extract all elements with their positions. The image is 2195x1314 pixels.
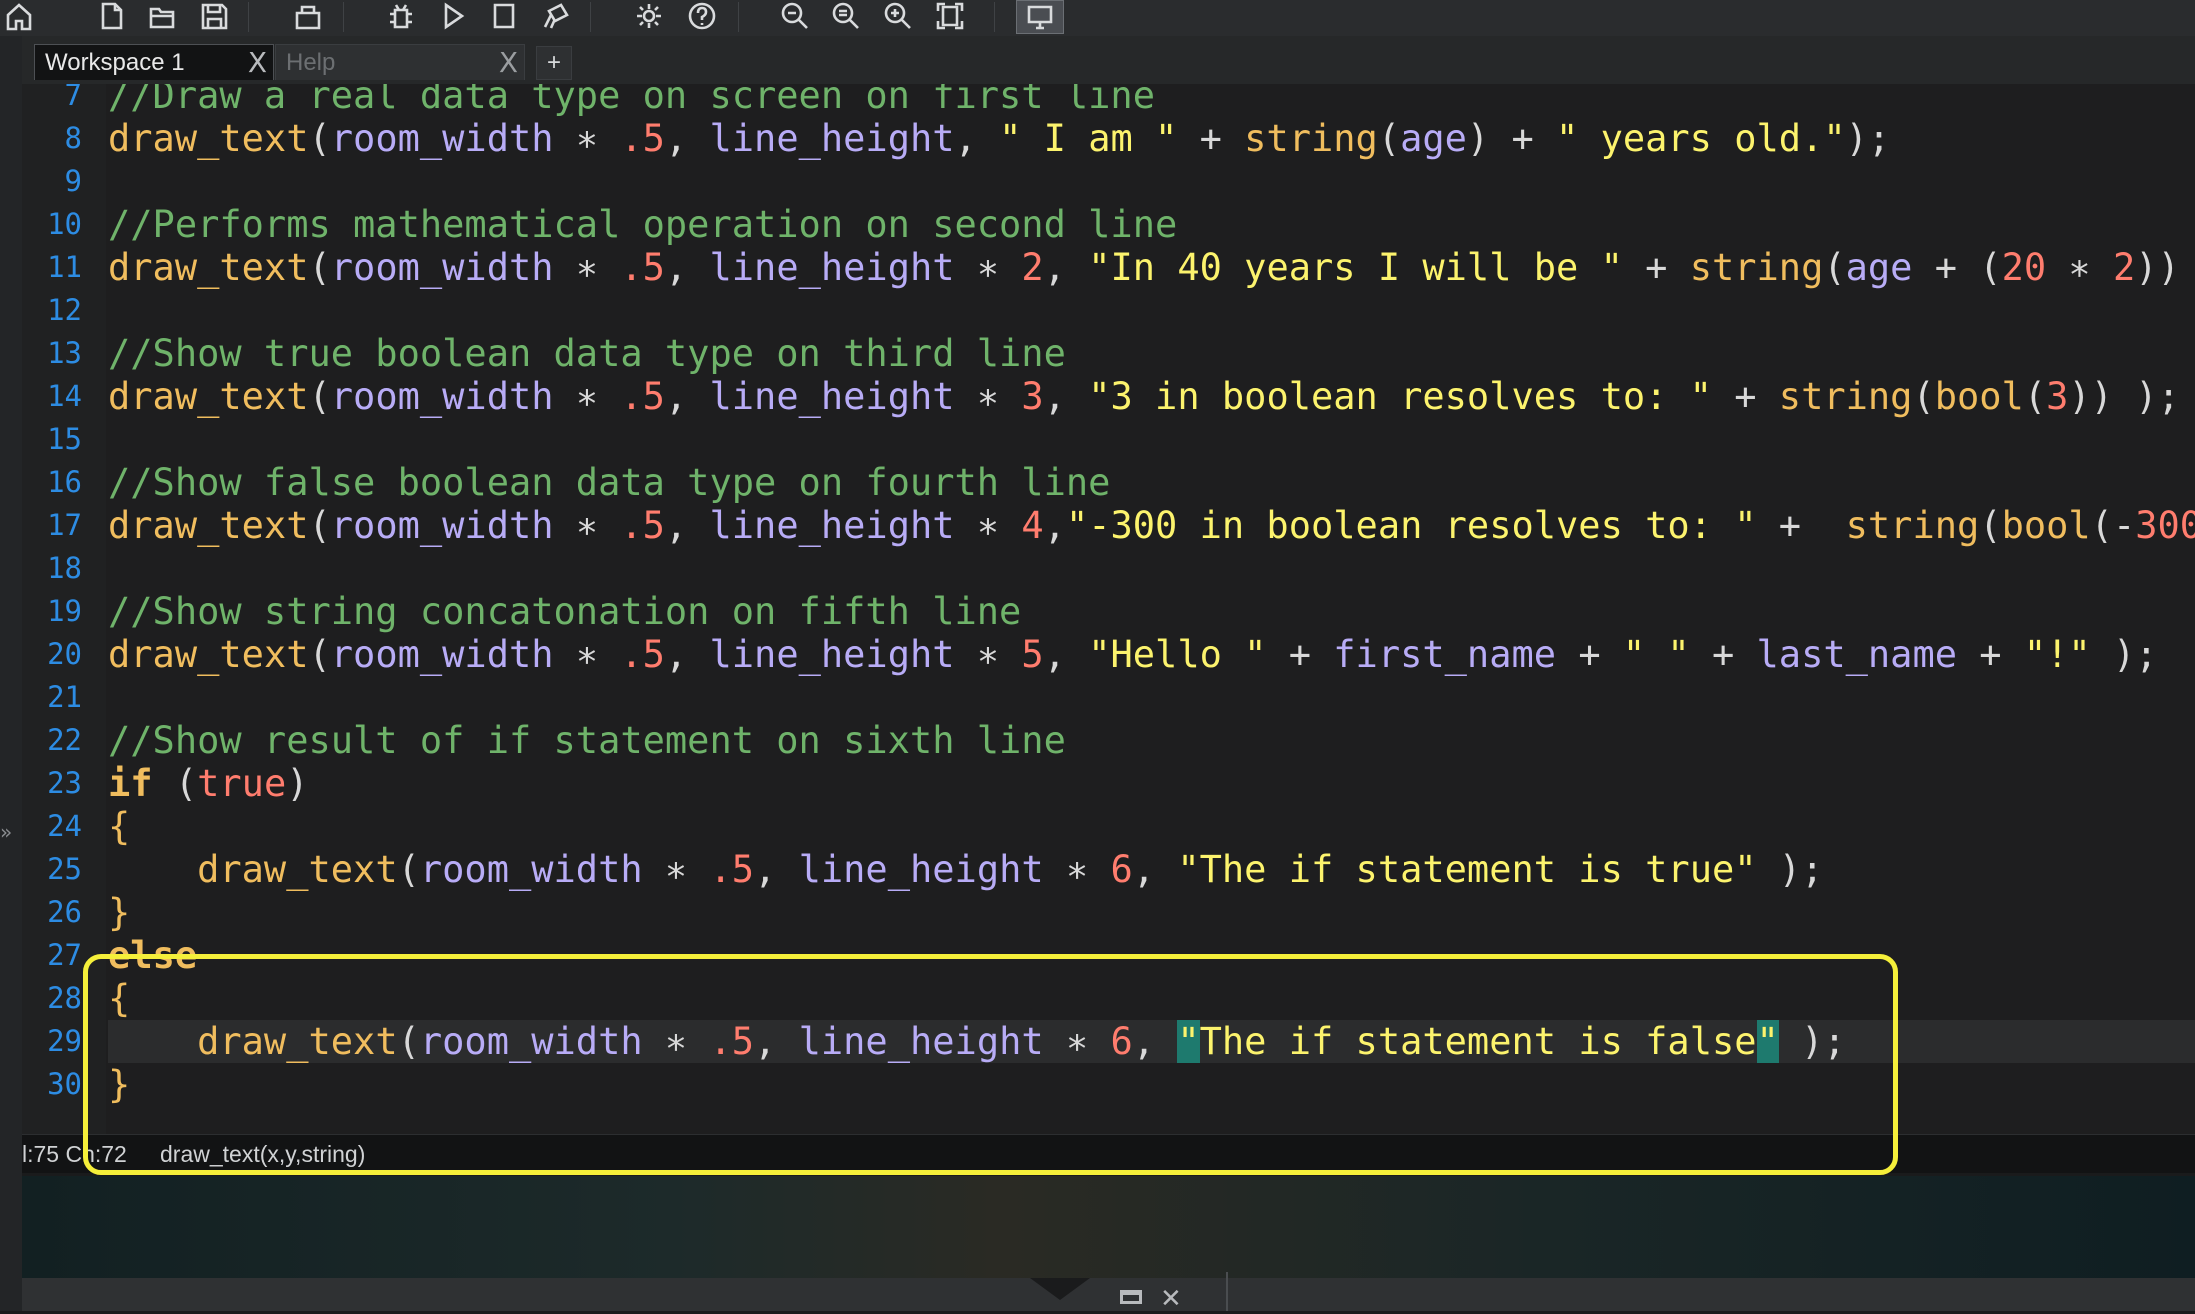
left-panel-strip	[0, 36, 22, 1311]
code-line[interactable]: draw_text(room_width ∗ .5, line_height ∗…	[108, 375, 2180, 418]
tab-label: Help	[286, 49, 336, 76]
code-line[interactable]: else	[108, 934, 197, 977]
function-signature: draw_text(x,y,string)	[160, 1141, 366, 1167]
zoom-reset-icon[interactable]	[827, 0, 865, 32]
code-line[interactable]: draw_text(room_width ∗ .5, line_height ∗…	[108, 1019, 1846, 1063]
line-number: 25	[47, 851, 82, 886]
code-line[interactable]: draw_text(room_width ∗ .5, line_height ∗…	[108, 848, 1823, 891]
code-line[interactable]: draw_text(room_width ∗ .5, line_height ∗…	[108, 246, 2195, 289]
settings-icon[interactable]	[630, 0, 668, 32]
line-number: 14	[47, 378, 82, 413]
tab-workspace-1[interactable]: Workspace 1 X	[34, 44, 274, 80]
code-line[interactable]: //Show false boolean data type on fourth…	[108, 461, 1110, 504]
collapse-notch[interactable]	[1030, 1278, 1090, 1300]
line-number: 8	[64, 120, 82, 155]
line-number: 30	[47, 1066, 82, 1101]
minimize-icon[interactable]	[1120, 1290, 1142, 1304]
tab-label: Workspace 1	[45, 49, 185, 76]
bottom-panel-bar	[22, 1278, 2195, 1311]
status-bar: l:75 Ch:72 draw_text(x,y,string)	[22, 1134, 2195, 1173]
code-line[interactable]: {	[108, 805, 130, 848]
fit-icon[interactable]	[931, 0, 969, 32]
divider	[1226, 1272, 1228, 1311]
new-file-icon[interactable]	[92, 0, 130, 32]
toolbar	[0, 0, 2195, 37]
clean-icon[interactable]	[537, 0, 575, 32]
line-number: 18	[47, 550, 82, 585]
save-icon[interactable]	[195, 0, 233, 32]
code-line[interactable]: }	[108, 891, 130, 934]
line-number: 15	[47, 421, 82, 456]
line-number: 7	[64, 84, 82, 112]
cursor-position: l:75 Ch:72	[22, 1141, 127, 1167]
code-line[interactable]: {	[108, 977, 130, 1020]
line-number: 17	[47, 507, 82, 542]
line-number: 13	[47, 335, 82, 370]
line-number: 10	[47, 206, 82, 241]
debug-icon[interactable]	[382, 0, 420, 32]
line-number: 11	[47, 249, 82, 284]
zoom-out-icon[interactable]	[776, 0, 814, 32]
code-line[interactable]: //Show true boolean data type on third l…	[108, 332, 1066, 375]
expand-panel-icon[interactable]: »	[0, 820, 12, 844]
help-icon[interactable]	[683, 0, 721, 32]
code-editor[interactable]: 7 //Draw a real data type on screen on fi…	[22, 84, 2195, 1134]
line-number: 23	[47, 765, 82, 800]
code-line[interactable]: draw_text(room_width ∗ .5, line_height, …	[108, 117, 1890, 160]
code-line[interactable]: //Show result of if statement on sixth l…	[108, 719, 1066, 762]
code-line[interactable]: if (true)	[108, 762, 309, 805]
close-icon[interactable]: ✕	[1160, 1284, 1182, 1314]
open-file-icon[interactable]	[143, 0, 181, 32]
close-icon[interactable]: X	[499, 45, 518, 81]
package-icon[interactable]	[289, 0, 327, 32]
run-icon[interactable]	[434, 0, 472, 32]
code-line[interactable]: }	[108, 1063, 130, 1106]
line-number: 16	[47, 464, 82, 499]
line-number: 24	[47, 808, 82, 843]
code-line[interactable]: //Show string concatonation on fifth lin…	[108, 590, 1021, 633]
room-preview-area	[22, 1176, 2195, 1278]
tab-help[interactable]: Help X	[275, 44, 525, 80]
monitor-icon[interactable]	[1016, 0, 1064, 34]
add-tab-button[interactable]: +	[536, 46, 572, 80]
zoom-in-icon[interactable]	[879, 0, 917, 32]
line-number: 9	[64, 163, 82, 198]
code-line[interactable]: draw_text(room_width ∗ .5, line_height ∗…	[108, 633, 2158, 676]
line-number: 19	[47, 593, 82, 628]
line-number: 12	[47, 292, 82, 327]
line-number: 22	[47, 722, 82, 757]
tab-bar: Workspace 1 X Help X +	[22, 36, 2195, 84]
line-number: 21	[47, 679, 82, 714]
code-line[interactable]: //Performs mathematical operation on sec…	[108, 203, 1177, 246]
home-icon[interactable]	[0, 0, 38, 32]
close-icon[interactable]: X	[248, 45, 267, 81]
code-line[interactable]: //Draw a real data type on screen on fir…	[108, 84, 1155, 117]
line-number: 29	[47, 1023, 82, 1058]
line-number: 28	[47, 980, 82, 1015]
line-number: 26	[47, 894, 82, 929]
line-number: 20	[47, 636, 82, 671]
code-line[interactable]: draw_text(room_width ∗ .5, line_height ∗…	[108, 504, 2195, 547]
line-number: 27	[47, 937, 82, 972]
stop-icon[interactable]	[485, 0, 523, 32]
